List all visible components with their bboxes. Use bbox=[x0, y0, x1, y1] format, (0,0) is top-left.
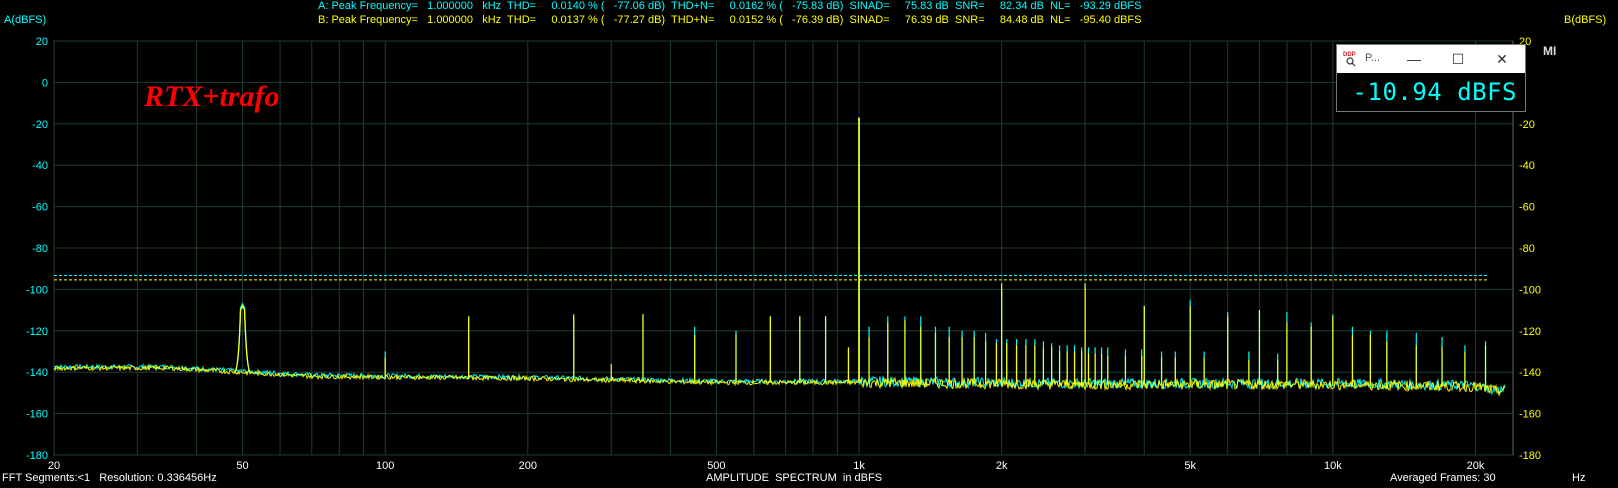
y-tick-labels-left: 20 0 -20 -40 -60 -80 -100 -120 -140 -160 -180 bbox=[26, 36, 48, 462]
y-tick-label-left: 0 bbox=[42, 77, 48, 89]
channel-a-stats: A: Peak Frequency= 1.000000 kHz THD= 0.0… bbox=[318, 0, 1142, 12]
footer-unit: Hz bbox=[1572, 472, 1586, 484]
y-tick-label-right: -100 bbox=[1519, 284, 1541, 296]
y-tick-label-right: -20 bbox=[1519, 119, 1535, 131]
x-tick-label: 50 bbox=[236, 460, 248, 472]
y-tick-label-left: -160 bbox=[26, 409, 48, 421]
x-tick-label: 200 bbox=[519, 460, 537, 472]
y-tick-label-left: -120 bbox=[26, 326, 48, 338]
y-tick-label-right: -140 bbox=[1519, 367, 1541, 379]
x-tick-label: 2k bbox=[996, 460, 1008, 472]
y-tick-label-left: -100 bbox=[26, 284, 48, 296]
y-tick-label-left: -80 bbox=[32, 243, 48, 255]
left-axis-label: A(dBFS) bbox=[4, 14, 47, 26]
x-tick-label: 100 bbox=[376, 460, 394, 472]
svg-text:DDP: DDP bbox=[1343, 52, 1356, 58]
maximize-button[interactable]: ☐ bbox=[1437, 45, 1479, 73]
brand-annotation: RTX+trafo bbox=[144, 80, 280, 113]
x-tick-label: 20 bbox=[48, 460, 60, 472]
y-tick-label-right: -80 bbox=[1519, 243, 1535, 255]
y-tick-label-left: -60 bbox=[32, 202, 48, 214]
corner-mark: MI bbox=[1543, 44, 1557, 58]
right-axis-label: B(dBFS) bbox=[1564, 14, 1607, 26]
window-titlebar[interactable]: DDP P... — ☐ ✕ bbox=[1337, 45, 1525, 73]
y-tick-label-right: -40 bbox=[1519, 160, 1535, 172]
y-tick-label-right: -160 bbox=[1519, 409, 1541, 421]
x-tick-labels: 20 50 100 200 500 1k 2k 5k 10k 20k bbox=[48, 460, 1485, 472]
y-tick-label-left: 20 bbox=[36, 36, 48, 48]
minimize-button[interactable]: — bbox=[1393, 45, 1435, 73]
x-tick-label: 5k bbox=[1184, 460, 1196, 472]
y-tick-label-left: -140 bbox=[26, 367, 48, 379]
footer-resolution: FFT Segments:<1 Resolution: 0.336456Hz bbox=[2, 472, 217, 484]
noise-level-lines bbox=[54, 275, 1487, 281]
y-tick-label-right: -180 bbox=[1519, 450, 1541, 462]
footer-averaged-frames: Averaged Frames: 30 bbox=[1390, 472, 1496, 484]
y-tick-label-left: -180 bbox=[26, 450, 48, 462]
window-title: P... bbox=[1365, 52, 1381, 64]
y-tick-label-left: -20 bbox=[32, 119, 48, 131]
level-meter-window[interactable]: DDP P... — ☐ ✕ -10.94 dBFS bbox=[1336, 44, 1526, 112]
y-tick-label-right: -120 bbox=[1519, 326, 1541, 338]
x-tick-label: 10k bbox=[1324, 460, 1342, 472]
footer-title: AMPLITUDE SPECTRUM in dBFS bbox=[706, 472, 883, 484]
channel-b-stats: B: Peak Frequency= 1.000000 kHz THD= 0.0… bbox=[318, 14, 1142, 26]
x-tick-label: 500 bbox=[707, 460, 725, 472]
ddp-logo-icon: DDP bbox=[1343, 52, 1356, 67]
y-tick-label-right: -60 bbox=[1519, 202, 1535, 214]
x-tick-label: 1k bbox=[853, 460, 865, 472]
x-tick-label: 20k bbox=[1467, 460, 1485, 472]
close-button[interactable]: ✕ bbox=[1481, 45, 1523, 73]
level-readout: -10.94 dBFS bbox=[1352, 78, 1517, 106]
y-tick-label-left: -40 bbox=[32, 160, 48, 172]
